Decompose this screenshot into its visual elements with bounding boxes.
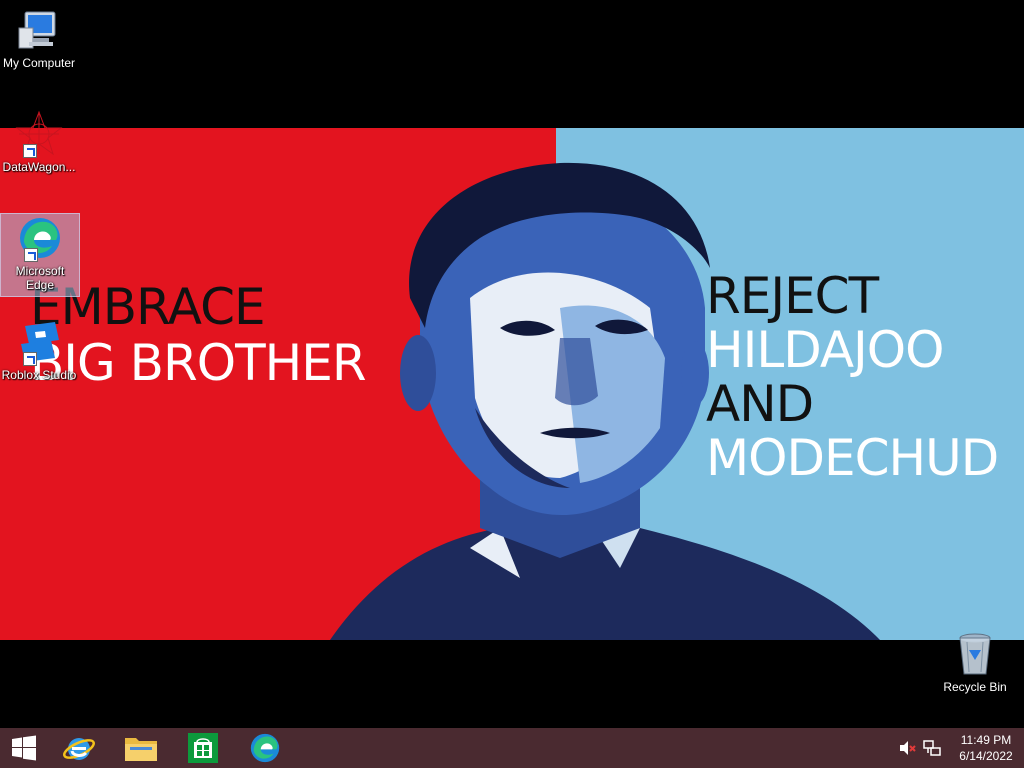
- wallpaper-text-right-4: MODECHUD: [706, 429, 999, 487]
- taskbar-clock[interactable]: 11:49 PM 6/14/2022: [948, 732, 1024, 764]
- desktop-icon-label: Roblox Studio: [1, 368, 77, 382]
- desktop-icon-label: DataWagon...: [2, 160, 76, 174]
- network-icon[interactable]: [920, 736, 944, 760]
- desktop: EMBRACE BIG BROTHER REJECT HILDAJOO AND …: [0, 0, 1024, 728]
- wallpaper-text-right-1: REJECT: [706, 267, 879, 325]
- taskbar-microsoft-edge[interactable]: [234, 728, 296, 768]
- system-tray: 11:49 PM 6/14/2022: [896, 728, 1024, 768]
- taskbar-store[interactable]: [172, 728, 234, 768]
- shortcut-arrow-icon: [23, 144, 37, 158]
- folder-icon: [125, 738, 157, 761]
- taskbar-internet-explorer[interactable]: [48, 728, 110, 768]
- computer-icon: [15, 6, 63, 54]
- desktop-icon-roblox-studio[interactable]: Roblox Studio: [0, 318, 78, 382]
- recycle-bin-icon: [951, 630, 999, 678]
- store-icon: [188, 733, 218, 763]
- wallpaper: EMBRACE BIG BROTHER REJECT HILDAJOO AND …: [0, 128, 1024, 640]
- volume-muted-icon[interactable]: [896, 736, 920, 760]
- desktop-icon-microsoft-edge[interactable]: Microsoft Edge: [0, 213, 80, 297]
- wallpaper-text-left-2: BIG BROTHER: [30, 334, 367, 392]
- desktop-icon-label: Recycle Bin: [943, 680, 1007, 694]
- wallpaper-text-right-2: HILDAJOO: [706, 321, 944, 379]
- wallpaper-text-right-3: AND: [706, 375, 814, 433]
- shortcut-arrow-icon: [23, 352, 37, 366]
- shortcut-arrow-icon: [24, 248, 38, 262]
- desktop-icon-label: Microsoft Edge: [15, 264, 65, 292]
- datawagon-icon: [15, 110, 63, 158]
- desktop-icon-recycle-bin[interactable]: Recycle Bin: [936, 630, 1014, 694]
- windows-logo-icon: [12, 735, 36, 761]
- roblox-studio-icon: [15, 318, 63, 366]
- taskbar: 11:49 PM 6/14/2022: [0, 728, 1024, 768]
- desktop-icon-my-computer[interactable]: My Computer: [0, 6, 78, 70]
- edge-icon: [250, 733, 280, 763]
- internet-explorer-icon: [63, 738, 95, 760]
- edge-icon: [16, 214, 64, 262]
- clock-date: 6/14/2022: [959, 749, 1013, 763]
- clock-time: 11:49 PM: [960, 733, 1012, 747]
- desktop-icon-label: My Computer: [2, 56, 76, 70]
- taskbar-file-explorer[interactable]: [110, 728, 172, 768]
- desktop-icon-datawagon[interactable]: DataWagon...: [0, 110, 78, 174]
- start-button[interactable]: [0, 728, 48, 768]
